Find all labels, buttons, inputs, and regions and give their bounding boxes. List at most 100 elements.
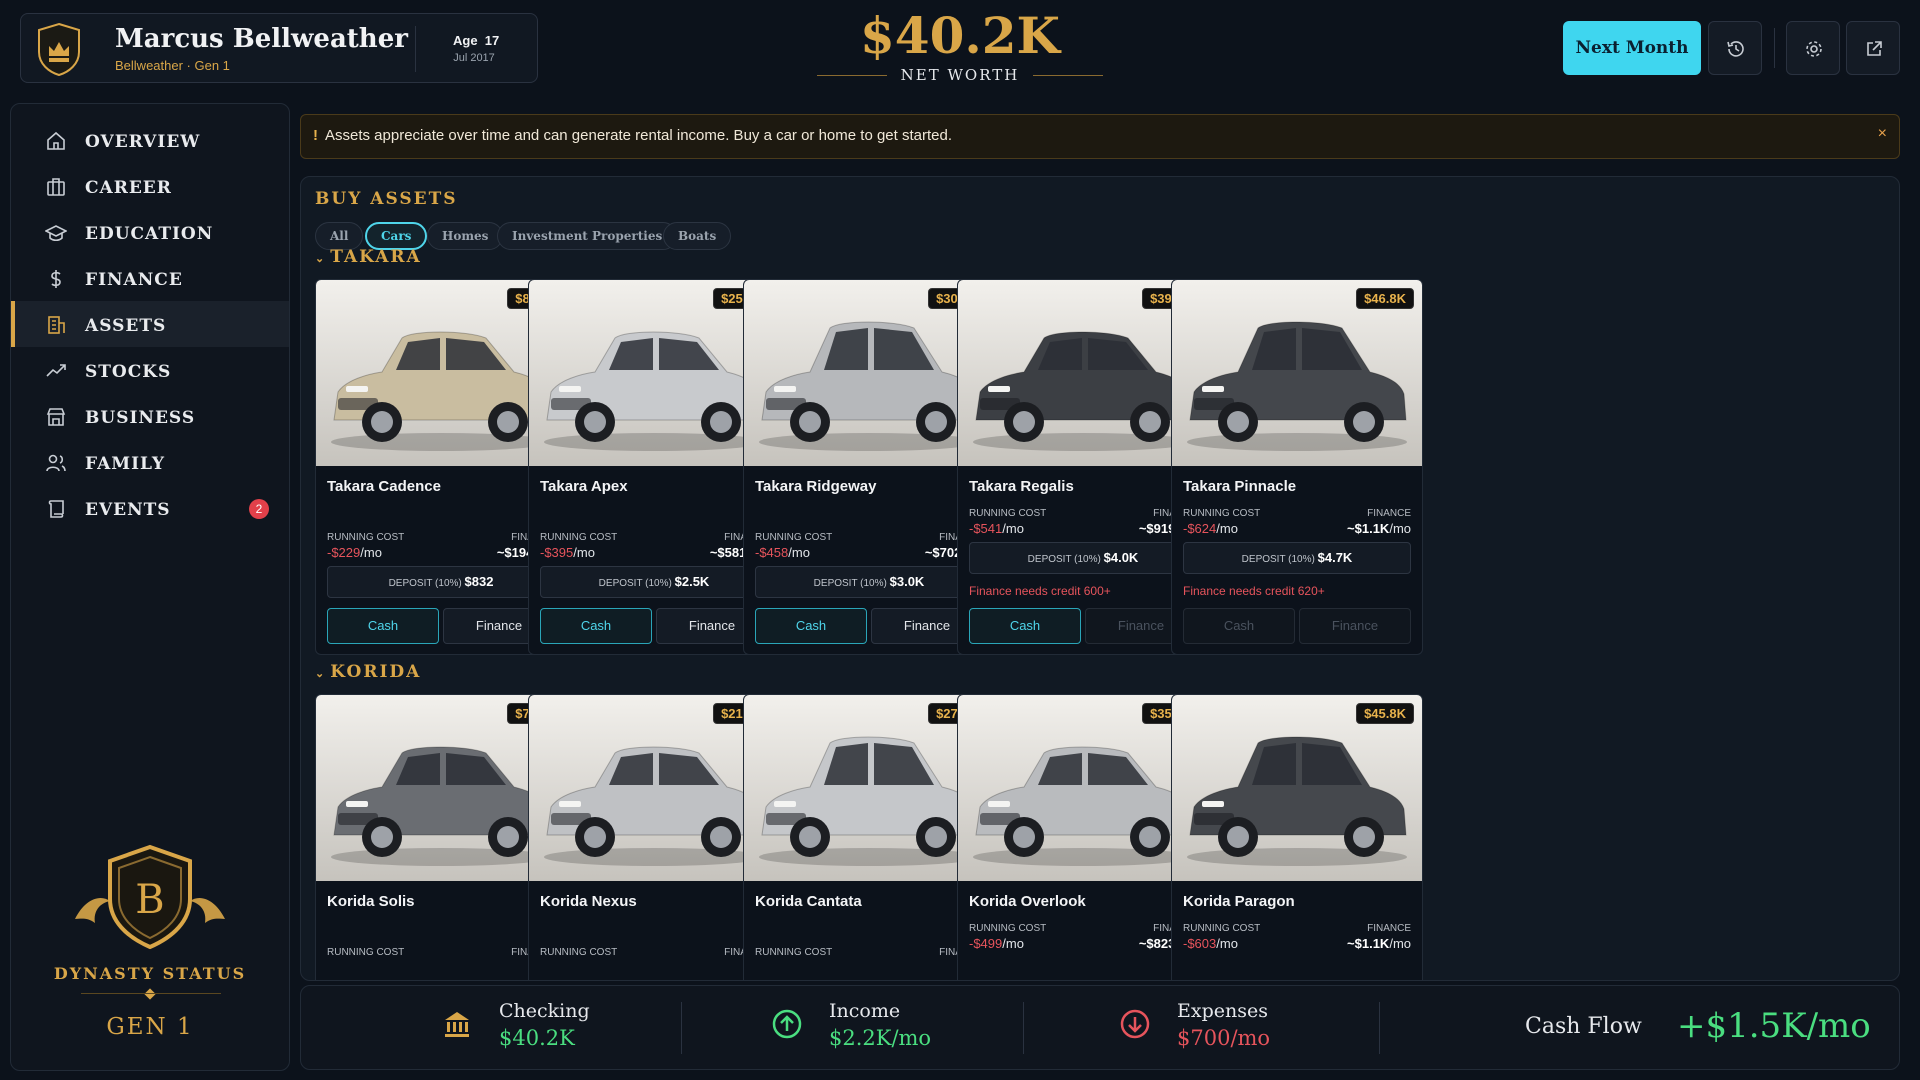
- external-link-button[interactable]: [1846, 21, 1900, 75]
- running-cost-label: RUNNING COST: [327, 947, 405, 958]
- per-month: /mo: [1389, 521, 1411, 536]
- running-cost-value: -$624/mo: [1183, 521, 1238, 536]
- filter-cars[interactable]: Cars: [365, 222, 428, 250]
- sidebar-item-events[interactable]: EVENTS 2: [11, 485, 289, 531]
- running-cost-value: -$603/mo: [1183, 936, 1238, 951]
- running-cost-amount: -$229: [327, 545, 361, 560]
- cash-button[interactable]: Cash: [540, 608, 652, 644]
- finance-button[interactable]: Finance: [1299, 608, 1411, 644]
- player-age: Age 17: [453, 33, 499, 48]
- per-month: /mo: [573, 545, 595, 560]
- section-title: TAKARA: [330, 247, 422, 267]
- net-worth-label: NET WORTH: [816, 66, 1104, 84]
- deposit-amount: $3.0K: [889, 574, 925, 589]
- finance-amount: ~$919: [1138, 521, 1176, 536]
- finance-label: FINANCE: [1367, 508, 1411, 519]
- net-worth-value: $40.2K: [859, 6, 1061, 65]
- running-cost-value: -$541/mo: [969, 521, 1024, 536]
- checking-label: Checking: [499, 1000, 590, 1022]
- running-cost-value: -$395/mo: [540, 545, 595, 560]
- filter-all[interactable]: All: [315, 222, 364, 250]
- top-bar: Marcus Bellweather Bellweather · Gen 1 A…: [0, 0, 1920, 100]
- running-cost-amount: -$603: [1183, 936, 1217, 951]
- car-name: Korida Cantata: [755, 893, 862, 910]
- filter-boats[interactable]: Boats: [663, 222, 732, 250]
- filter-investment-properties[interactable]: Investment Properties: [497, 222, 678, 250]
- sidebar-item-label: STOCKS: [85, 362, 172, 382]
- income-label: Income: [829, 1000, 901, 1022]
- finance-amount: ~$1.1K: [1347, 521, 1390, 536]
- sidebar-item-family[interactable]: FAMILY: [11, 439, 289, 485]
- gear-icon: [1806, 41, 1822, 57]
- age-label: Age: [453, 33, 478, 48]
- section-title: KORIDA: [330, 662, 422, 682]
- deposit-label: DEPOSIT (10%): [388, 578, 462, 589]
- close-icon[interactable]: ×: [1878, 125, 1887, 143]
- running-cost-value: -$229/mo: [327, 545, 382, 560]
- net-worth-label-text: NET WORTH: [900, 66, 1020, 84]
- sidebar-item-assets[interactable]: ASSETS: [11, 301, 289, 347]
- deposit-label: DEPOSIT (10%): [1241, 554, 1315, 565]
- section-header-korida[interactable]: ⌄ KORIDA: [315, 662, 421, 682]
- dynasty-status-label: DYNASTY STATUS: [53, 964, 247, 983]
- credit-warning: Finance needs credit 620+: [1183, 584, 1325, 598]
- per-month: /mo: [360, 545, 382, 560]
- running-cost-label: RUNNING COST: [540, 947, 618, 958]
- history-button[interactable]: [1708, 21, 1762, 75]
- deposit-box: DEPOSIT (10%) $4.0K: [969, 542, 1197, 574]
- sidebar-item-label: FINANCE: [85, 270, 183, 290]
- sidebar-item-stocks[interactable]: STOCKS: [11, 347, 289, 393]
- cash-button[interactable]: Cash: [1183, 608, 1295, 644]
- deposit-amount: $832: [464, 574, 494, 589]
- per-month: /mo: [1002, 521, 1024, 536]
- sidebar-item-education[interactable]: EDUCATION: [11, 209, 289, 255]
- sidebar-item-business[interactable]: BUSINESS: [11, 393, 289, 439]
- per-month: /mo: [1389, 936, 1411, 951]
- car-name: Takara Ridgeway: [755, 478, 877, 495]
- car-name: Korida Overlook: [969, 893, 1086, 910]
- per-month: /mo: [1002, 936, 1024, 951]
- finance-amount: ~$1.1K: [1347, 936, 1390, 951]
- deposit-amount: $4.0K: [1103, 550, 1139, 565]
- settings-button[interactable]: [1786, 21, 1840, 75]
- sidebar-item-finance[interactable]: FINANCE: [11, 255, 289, 301]
- finance-amount: ~$823: [1138, 936, 1176, 951]
- cash-flow-label: Cash Flow: [1525, 1014, 1642, 1039]
- sidebar-item-career[interactable]: CAREER: [11, 163, 289, 209]
- deposit-box: DEPOSIT (10%) $2.5K: [540, 566, 768, 598]
- filter-homes[interactable]: Homes: [427, 222, 504, 250]
- dynasty-emblem: B: [11, 839, 289, 964]
- checking-value: $40.2K: [499, 1026, 575, 1050]
- running-cost-label: RUNNING COST: [755, 532, 833, 543]
- expenses-label: Expenses: [1177, 1000, 1268, 1022]
- footer-separator: [681, 1002, 682, 1054]
- next-month-button[interactable]: Next Month: [1563, 21, 1701, 75]
- cash-button[interactable]: Cash: [969, 608, 1081, 644]
- sidebar-item-label: EVENTS: [85, 500, 171, 520]
- sidebar-item-overview[interactable]: OVERVIEW: [11, 117, 289, 163]
- asset-card[interactable]: $46.8K Takara Pinnacle RUNNING COST FINANCE…: [1171, 279, 1423, 655]
- cash-button[interactable]: Cash: [327, 608, 439, 644]
- section-header-takara[interactable]: ⌄ TAKARA: [315, 247, 422, 267]
- buy-assets-panel: BUY ASSETS All Cars Homes Investment Proper…: [300, 176, 1900, 981]
- deposit-label: DEPOSIT (10%): [1027, 554, 1101, 565]
- deposit-amount: $2.5K: [674, 574, 710, 589]
- running-cost-amount: -$499: [969, 936, 1003, 951]
- credit-warning: Finance needs credit 600+: [969, 584, 1111, 598]
- asset-card[interactable]: $45.8K Korida Paragon RUNNING COST FINANCE -…: [1171, 694, 1423, 980]
- game-date: Jul 2017: [453, 52, 495, 64]
- profile-card[interactable]: Marcus Bellweather Bellweather · Gen 1 A…: [20, 13, 538, 83]
- bank-icon: [445, 1012, 469, 1037]
- per-month: /mo: [1216, 936, 1238, 951]
- car-name: Korida Solis: [327, 893, 415, 910]
- deposit-box: DEPOSIT (10%) $832: [327, 566, 555, 598]
- dynasty-crest-icon: B: [75, 844, 225, 950]
- building-icon: [48, 316, 65, 334]
- cash-button[interactable]: Cash: [755, 608, 867, 644]
- finance-summary-bar: Checking $40.2K Income $2.2K/mo Expenses…: [300, 985, 1900, 1070]
- briefcase-icon: [47, 178, 65, 196]
- running-cost-label: RUNNING COST: [1183, 923, 1261, 934]
- running-cost-label: RUNNING COST: [969, 508, 1047, 519]
- player-name: Marcus Bellweather: [115, 24, 408, 54]
- sidebar: OVERVIEW CAREER EDUCATION FINANCE ASSETS STOC…: [10, 103, 290, 1071]
